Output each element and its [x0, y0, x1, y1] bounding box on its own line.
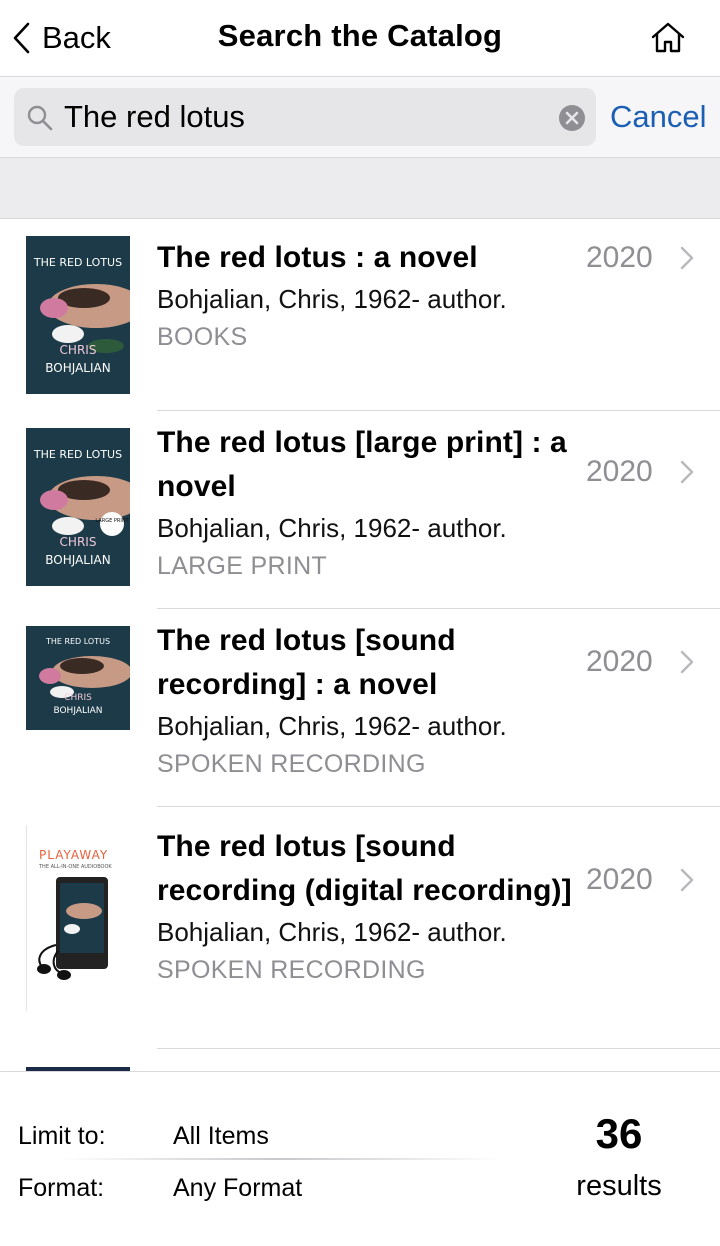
chevron-right-icon	[680, 246, 694, 270]
result-title: The red lotus [sound recording (digital …	[157, 830, 572, 907]
result-title: The red lotus [large print] : a novel	[157, 426, 567, 503]
chevron-right-icon	[680, 650, 694, 674]
format-select[interactable]: Any Format	[173, 1174, 302, 1203]
search-icon	[27, 105, 53, 131]
filter-bar: Limit to: All Items Format: Any Format 3…	[0, 1071, 720, 1246]
cover-author-first: CHRIS	[64, 693, 92, 703]
cover-author-first: CHRIS	[60, 343, 97, 357]
book-cover-image: THE RED LOTUS CHRIS BOHJALIAN	[26, 236, 130, 394]
cover-author-last: BOHJALIAN	[45, 361, 110, 375]
result-format: SPOKEN RECORDING	[157, 956, 426, 984]
results-count-label: results	[576, 1170, 662, 1202]
result-format: BOOKS	[157, 323, 248, 351]
result-title: The red lotus : a novel	[157, 241, 478, 274]
cover-author-last: BOHJALIAN	[53, 706, 102, 716]
result-row[interactable]: PLAYAWAY THE ALL-IN-ONE AUDIOBOOK The re…	[0, 807, 720, 1049]
home-icon[interactable]	[648, 18, 688, 58]
cover-author-last: BOHJALIAN	[45, 553, 110, 567]
filter-divider	[60, 1158, 500, 1160]
result-row[interactable]: LARGE PRINT THE RED LOTUS CHRIS BOHJALIA…	[0, 411, 720, 609]
results-list[interactable]: THE RED LOTUS CHRIS BOHJALIAN The red lo…	[0, 219, 720, 1071]
results-count: 36	[595, 1110, 643, 1157]
result-year: 2020	[586, 455, 653, 488]
book-cover-image: LARGE PRINT THE RED LOTUS CHRIS BOHJALIA…	[26, 428, 130, 586]
results-header-band	[0, 158, 720, 219]
cancel-button[interactable]: Cancel	[610, 99, 707, 135]
result-author: Bohjalian, Chris, 1962- author.	[157, 917, 507, 947]
result-text: The red lotus [large print] : a novel Bo…	[157, 421, 577, 585]
result-author: Bohjalian, Chris, 1962- author.	[157, 513, 507, 543]
result-format: SPOKEN RECORDING	[157, 750, 426, 778]
navigation-bar: Back Search the Catalog	[0, 0, 720, 77]
playaway-cover-image: PLAYAWAY THE ALL-IN-ONE AUDIOBOOK	[26, 825, 130, 1011]
result-format: LARGE PRINT	[157, 552, 327, 580]
search-field[interactable]	[14, 88, 596, 146]
large-print-badge: LARGE PRINT	[95, 518, 129, 524]
cover-title-text: THE RED LOTUS	[45, 637, 110, 646]
result-year: 2020	[586, 863, 653, 896]
chevron-right-icon	[680, 868, 694, 892]
page-title: Search the Catalog	[217, 18, 503, 53]
playaway-tagline: THE ALL-IN-ONE AUDIOBOOK	[38, 864, 112, 870]
limit-label: Limit to:	[18, 1122, 106, 1150]
format-label: Format:	[18, 1174, 105, 1202]
result-row[interactable]: THE RED LOTUS CHRIS BOHJALIAN The red lo…	[0, 609, 720, 807]
result-row[interactable]: THE RED LOTUS CHRIS BOHJALIAN The red lo…	[0, 219, 720, 411]
search-input[interactable]	[64, 94, 544, 140]
result-text: The red lotus [sound recording (digital …	[157, 825, 577, 989]
cover-author-first: CHRIS	[60, 535, 97, 549]
search-bar: Cancel	[0, 77, 720, 158]
cover-title-text: THE RED LOTUS	[33, 256, 122, 269]
result-author: Bohjalian, Chris, 1962- author.	[157, 711, 507, 741]
result-year: 2020	[586, 241, 653, 274]
result-title: The red lotus [sound recording] : a nove…	[157, 624, 456, 701]
result-year: 2020	[586, 645, 653, 678]
result-text: The red lotus : a novel Bohjalian, Chris…	[157, 236, 577, 356]
audiobook-cover-image: THE RED LOTUS CHRIS BOHJALIAN	[26, 626, 130, 730]
result-text: The red lotus [sound recording] : a nove…	[157, 619, 577, 783]
limit-select[interactable]: All Items	[173, 1122, 269, 1151]
result-row-partial[interactable]	[0, 1049, 720, 1071]
cover-title-text: THE RED LOTUS	[33, 448, 122, 461]
result-author: Bohjalian, Chris, 1962- author.	[157, 284, 507, 314]
playaway-logo-text: PLAYAWAY	[39, 848, 108, 862]
clear-search-icon[interactable]	[558, 104, 586, 132]
chevron-right-icon	[680, 460, 694, 484]
